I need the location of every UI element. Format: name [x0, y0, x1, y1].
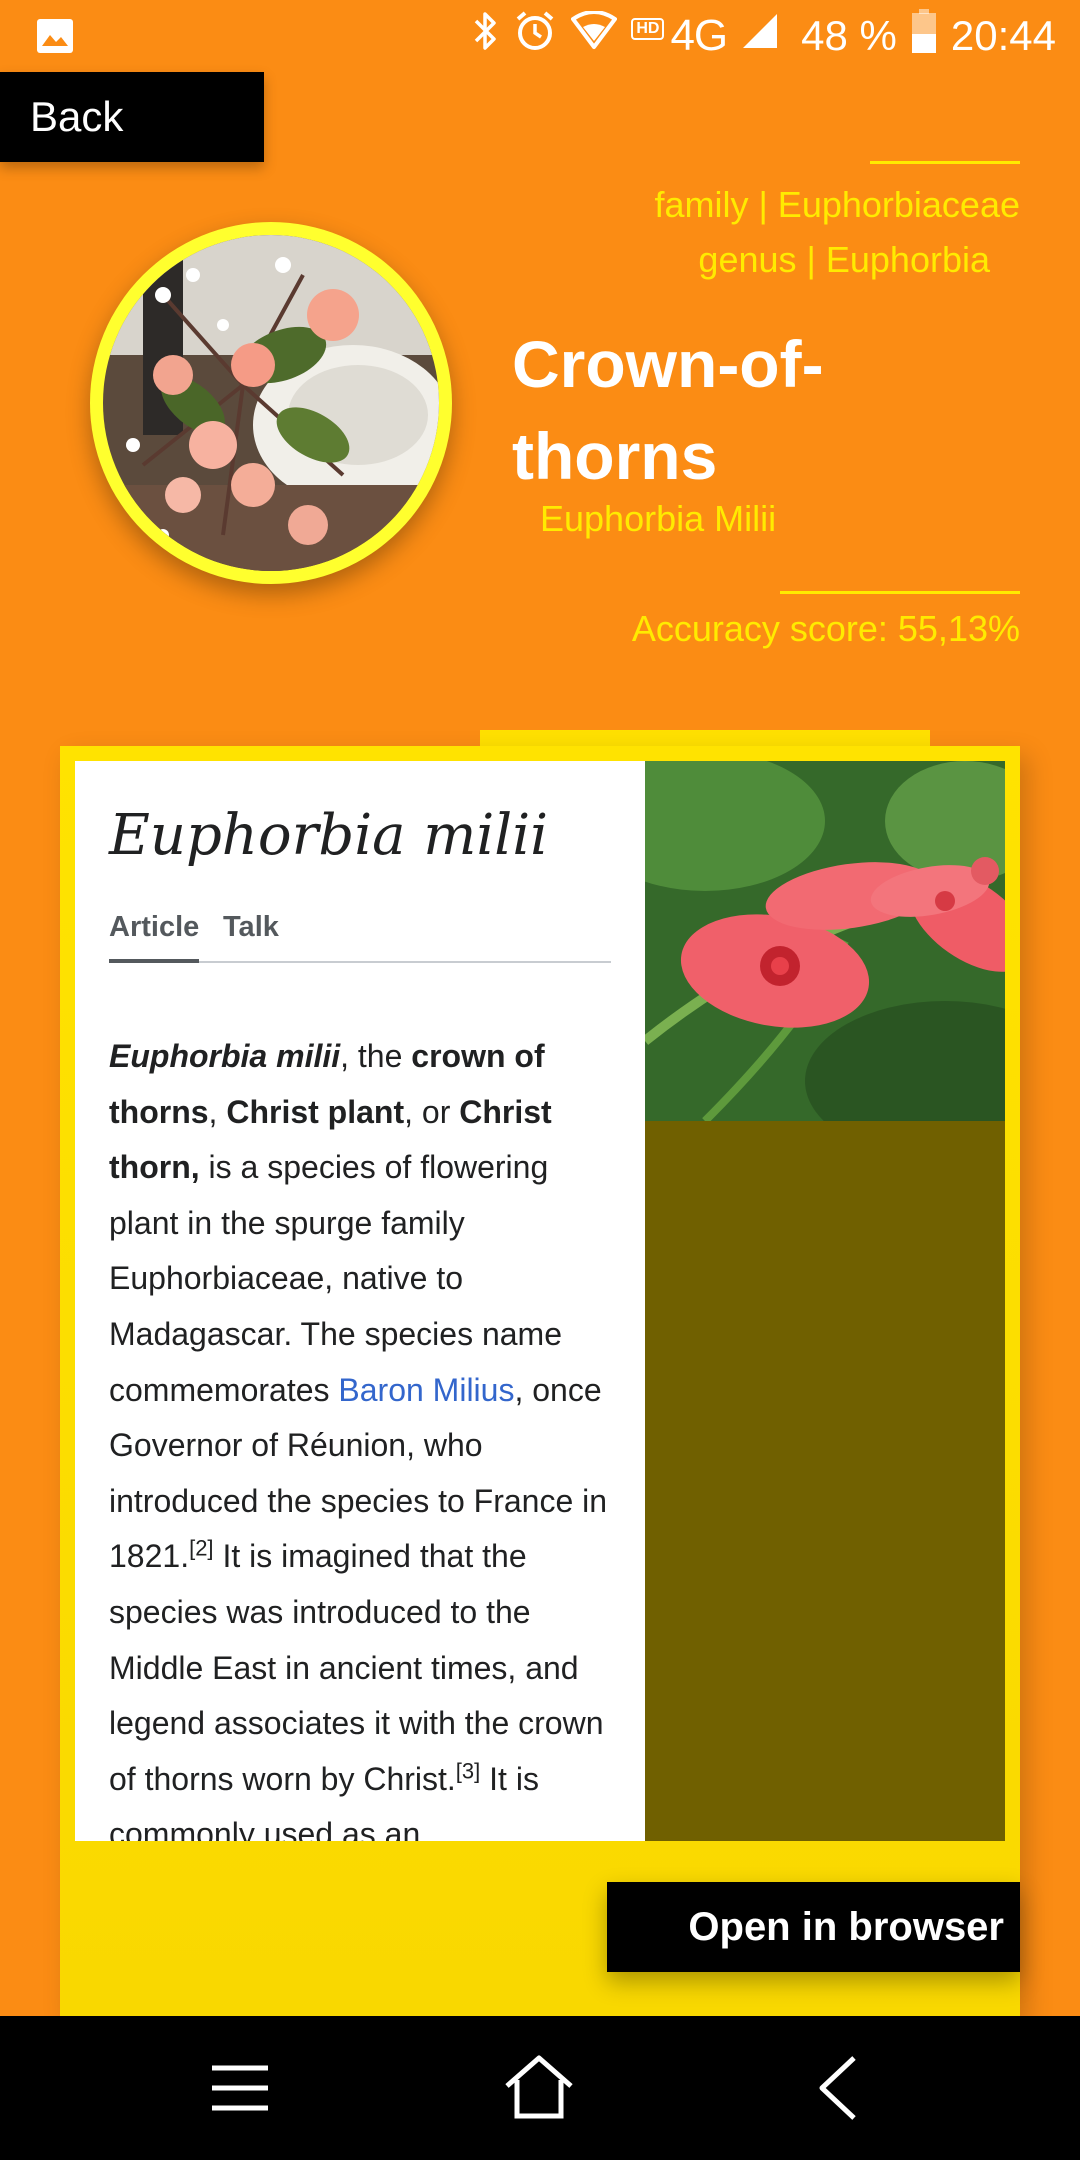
- divider-line: [780, 591, 1020, 594]
- reference-link[interactable]: [2]: [189, 1536, 213, 1561]
- reference-link[interactable]: [3]: [456, 1758, 480, 1783]
- alarm-clock-icon: [513, 9, 557, 63]
- navigation-bar: [0, 2016, 1080, 2160]
- back-arrow-icon[interactable]: [804, 2052, 876, 2124]
- plant-scientific-name: Euphorbia Milii: [540, 498, 777, 539]
- wifi-icon: [571, 10, 618, 61]
- home-icon[interactable]: [503, 2052, 575, 2124]
- wiki-article[interactable]: Euphorbia milii Article Talk Euphorbia m…: [75, 761, 645, 1841]
- wiki-tab-bar: Article Talk: [109, 911, 611, 963]
- family-label: family | Euphorbiaceae: [654, 184, 1020, 225]
- wiki-title: Euphorbia milii: [109, 803, 549, 868]
- divider-line: [870, 161, 1020, 164]
- wiki-card: Euphorbia milii Article Talk Euphorbia m…: [60, 746, 1020, 2016]
- bluetooth-icon: [473, 9, 499, 63]
- network-type: 4G: [670, 11, 728, 60]
- wiki-flower-image[interactable]: [645, 761, 1005, 1121]
- menu-icon[interactable]: [204, 2052, 276, 2124]
- wiki-webview[interactable]: Euphorbia milii Article Talk Euphorbia m…: [75, 761, 1005, 1841]
- plant-common-name: Crown-of-thorns: [512, 327, 824, 493]
- tab-talk[interactable]: Talk: [223, 911, 279, 944]
- battery-percent: 48 %: [801, 12, 897, 59]
- plant-photo-thumbnail[interactable]: [90, 222, 452, 584]
- signal-icon: [741, 12, 779, 60]
- tab-article[interactable]: Article: [109, 911, 200, 963]
- text-bold-italic: Euphorbia milii: [109, 1038, 341, 1074]
- image-icon: [36, 18, 74, 59]
- wiki-link-baron-milius[interactable]: Baron Milius: [338, 1372, 514, 1408]
- clock-time: 20:44: [950, 12, 1056, 59]
- accuracy-score: Accuracy score: 55,13%: [631, 608, 1020, 649]
- battery-icon: [911, 8, 937, 64]
- wiki-paragraph: Euphorbia milii, the crown of thorns, Ch…: [109, 1038, 608, 1841]
- back-button[interactable]: Back: [0, 72, 264, 162]
- open-in-browser-button[interactable]: Open in browser: [607, 1882, 1020, 1972]
- hd-badge: HD: [631, 18, 665, 40]
- status-bar: HD 4G 48 % 20:44: [0, 0, 1080, 72]
- genus-label: genus | Euphorbia: [698, 239, 990, 280]
